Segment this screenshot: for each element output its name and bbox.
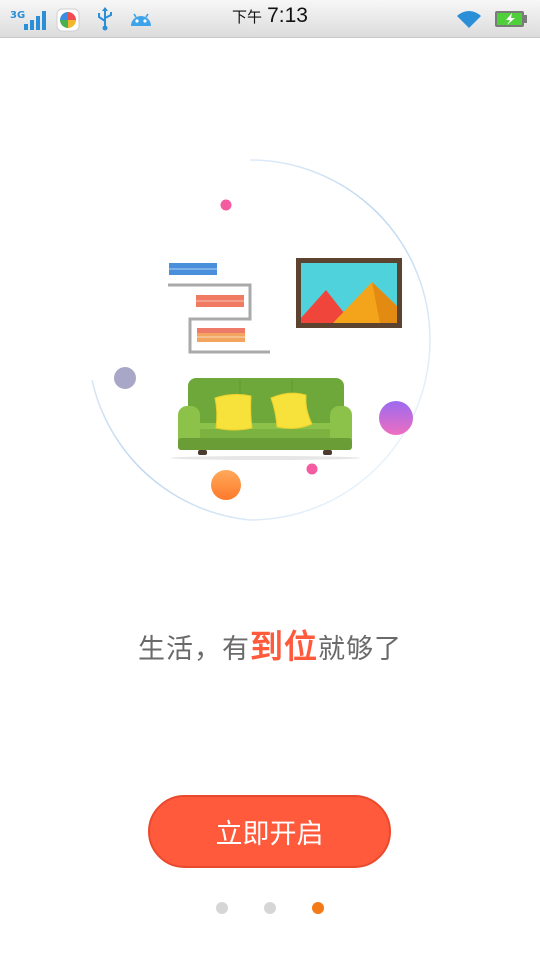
sofa-icon [170,378,360,460]
signal-icon [24,11,46,30]
app-notification-icon [56,8,80,32]
clock-period: 下午 [232,8,263,26]
pink-bubble [220,199,232,211]
orange-bubble [211,470,241,500]
framed-picture-icon [296,258,402,328]
slogan-highlight: 到位 [250,627,318,666]
clock-time: 7:13 [267,4,308,27]
page-dot-3-active[interactable] [312,902,324,914]
start-now-button[interactable]: 立即开启 [148,795,391,868]
gray-bubble [114,367,136,389]
status-bar: 3G 下午 7:13 [0,0,540,38]
slogan: 生活，有到位就够了 [0,620,540,668]
usb-icon [98,7,112,31]
purple-bubble [379,401,413,435]
small-pink-bubble [306,463,318,475]
slogan-part1: 生活，有 [138,634,250,665]
onboarding-illustration [91,159,431,521]
network-type: 3G [10,10,26,21]
bookshelf-icon [168,263,270,354]
page-dot-2[interactable] [264,902,276,914]
android-debug-icon [131,13,151,26]
clock: 下午 7:13 [232,4,308,28]
wifi-icon [457,11,481,28]
page-indicator [0,902,540,916]
slogan-part2: 就够了 [318,634,402,665]
page-dot-1[interactable] [216,902,228,914]
battery-charging-icon [495,11,527,27]
decorative-ring [91,159,431,521]
